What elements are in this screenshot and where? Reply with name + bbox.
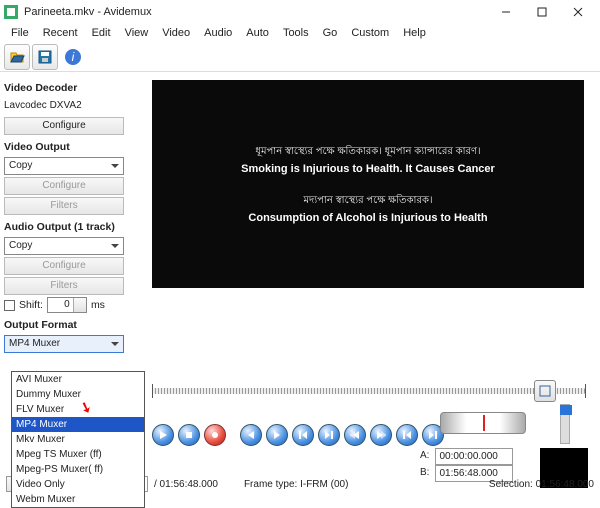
dropdown-item-dummy[interactable]: Dummy Muxer	[12, 387, 144, 402]
dropdown-item-videoonly[interactable]: Video Only	[12, 477, 144, 492]
marker-a-label: A:	[420, 448, 429, 465]
menu-tools[interactable]: Tools	[276, 25, 316, 41]
play-button[interactable]	[152, 424, 174, 446]
duration-label: / 01:56:48.000	[154, 479, 218, 490]
info-button[interactable]: i	[60, 44, 86, 70]
timeline[interactable]	[152, 388, 586, 402]
separator	[230, 424, 236, 446]
record-button[interactable]	[204, 424, 226, 446]
selection-label: Selection: 01:56:48.000	[489, 479, 594, 490]
window-title: Parineeta.mkv - Avidemux	[24, 6, 488, 18]
dropdown-item-mkv[interactable]: Mkv Muxer	[12, 432, 144, 447]
open-button[interactable]	[4, 44, 30, 70]
menu-edit[interactable]: Edit	[85, 25, 118, 41]
titlebar: Parineeta.mkv - Avidemux	[0, 0, 600, 24]
menu-go[interactable]: Go	[316, 25, 345, 41]
menu-view[interactable]: View	[118, 25, 156, 41]
dropdown-item-webm[interactable]: Webm Muxer	[12, 492, 144, 507]
prev-black-button[interactable]	[344, 424, 366, 446]
decoder-configure-button[interactable]: Configure	[4, 117, 124, 135]
menu-custom[interactable]: Custom	[344, 25, 396, 41]
audio-output-configure-button[interactable]: Configure	[4, 257, 124, 275]
dropdown-item-mpegts[interactable]: Mpeg TS Muxer (ff)	[12, 447, 144, 462]
subtitle-line-2a: মদ্যপান স্বাস্থ্যের পক্ষে ক্ষতিকারক।	[248, 193, 487, 210]
minimize-button[interactable]	[488, 1, 524, 23]
decoder-info: Lavcodec DXVA2	[4, 98, 144, 115]
menu-audio[interactable]: Audio	[197, 25, 239, 41]
dropdown-item-mpegps[interactable]: Mpeg-PS Muxer( ff)	[12, 462, 144, 477]
save-button[interactable]	[32, 44, 58, 70]
left-panel: Video Decoder Lavcodec DXVA2 Configure V…	[0, 72, 148, 357]
svg-text:i: i	[72, 50, 75, 64]
next-keyframe-button[interactable]	[318, 424, 340, 446]
menu-help[interactable]: Help	[396, 25, 433, 41]
shift-label: Shift:	[19, 299, 43, 311]
shift-unit: ms	[91, 299, 105, 311]
playback-controls	[152, 424, 444, 446]
close-button[interactable]	[560, 1, 596, 23]
fit-button[interactable]	[534, 380, 556, 402]
prev-keyframe-button[interactable]	[292, 424, 314, 446]
goto-start-button[interactable]	[396, 424, 418, 446]
video-preview: ধূমপান স্বাস্থ্যের পক্ষে ক্ষতিকারক। ধূমপ…	[152, 80, 584, 288]
menu-recent[interactable]: Recent	[36, 25, 85, 41]
shift-input[interactable]: 0	[47, 297, 87, 313]
video-output-label: Video Output	[4, 141, 144, 153]
menu-video[interactable]: Video	[155, 25, 197, 41]
output-format-label: Output Format	[4, 319, 144, 331]
dropdown-item-flv[interactable]: FLV Muxer	[12, 402, 144, 417]
app-icon	[4, 5, 18, 19]
output-format-select[interactable]: MP4 Muxer	[4, 335, 124, 353]
dropdown-item-avi[interactable]: AVI Muxer	[12, 372, 144, 387]
volume-slider[interactable]	[560, 404, 570, 444]
audio-filters-button[interactable]: Filters	[4, 277, 124, 295]
video-decoder-label: Video Decoder	[4, 82, 144, 94]
video-output-select[interactable]: Copy	[4, 157, 124, 175]
dropdown-item-mp4[interactable]: MP4 Muxer	[12, 417, 144, 432]
menubar: File Recent Edit View Video Audio Auto T…	[0, 24, 600, 42]
marker-a-value[interactable]: 00:00:00.000	[435, 448, 513, 465]
audio-output-label: Audio Output (1 track)	[4, 221, 144, 233]
output-format-dropdown[interactable]: AVI Muxer Dummy Muxer FLV Muxer MP4 Muxe…	[11, 371, 145, 508]
frame-type-label: Frame type: I-FRM (00)	[244, 479, 348, 490]
maximize-button[interactable]	[524, 1, 560, 23]
audio-output-select[interactable]: Copy	[4, 237, 124, 255]
shift-checkbox[interactable]	[4, 300, 15, 311]
prev-frame-button[interactable]	[240, 424, 262, 446]
subtitle-line-2b: Consumption of Alcohol is Injurious to H…	[248, 212, 487, 224]
video-output-configure-button[interactable]: Configure	[4, 177, 124, 195]
video-filters-button[interactable]: Filters	[4, 197, 124, 215]
jog-wheel[interactable]	[440, 412, 526, 434]
next-black-button[interactable]	[370, 424, 392, 446]
subtitle-line-1b: Smoking is Injurious to Health. It Cause…	[241, 163, 495, 175]
next-frame-button[interactable]	[266, 424, 288, 446]
menu-file[interactable]: File	[4, 25, 36, 41]
toolbar: i	[0, 42, 600, 72]
subtitle-line-1a: ধূমপান স্বাস্থ্যের পক্ষে ক্ষতিকারক। ধূমপ…	[241, 144, 495, 161]
menu-auto[interactable]: Auto	[239, 25, 276, 41]
stop-button[interactable]	[178, 424, 200, 446]
